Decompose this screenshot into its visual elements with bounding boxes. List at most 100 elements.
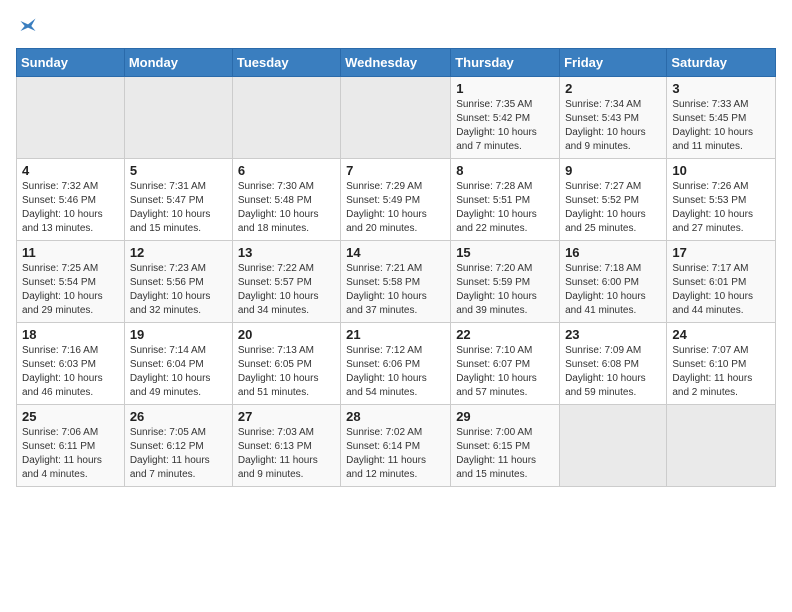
day-number: 10 <box>672 163 770 178</box>
day-info: Sunrise: 7:02 AM Sunset: 6:14 PM Dayligh… <box>346 426 445 482</box>
day-info: Sunrise: 7:21 AM Sunset: 5:58 PM Dayligh… <box>346 262 445 318</box>
day-number: 9 <box>565 163 661 178</box>
day-info: Sunrise: 7:12 AM Sunset: 6:06 PM Dayligh… <box>346 344 445 400</box>
calendar-cell: 27 Sunrise: 7:03 AM Sunset: 6:13 PM Dayli… <box>232 405 340 487</box>
calendar-cell: 18 Sunrise: 7:16 AM Sunset: 6:03 PM Dayli… <box>17 323 125 405</box>
calendar-table: SundayMondayTuesdayWednesdayThursdayFrid… <box>16 48 776 487</box>
day-info: Sunrise: 7:05 AM Sunset: 6:12 PM Dayligh… <box>130 426 227 482</box>
day-number: 16 <box>565 245 661 260</box>
day-info: Sunrise: 7:09 AM Sunset: 6:08 PM Dayligh… <box>565 344 661 400</box>
calendar-cell: 21 Sunrise: 7:12 AM Sunset: 6:06 PM Dayli… <box>341 323 451 405</box>
calendar-cell: 20 Sunrise: 7:13 AM Sunset: 6:05 PM Dayli… <box>232 323 340 405</box>
day-number: 15 <box>456 245 554 260</box>
day-number: 19 <box>130 327 227 342</box>
day-number: 17 <box>672 245 770 260</box>
day-number: 12 <box>130 245 227 260</box>
calendar-cell: 15 Sunrise: 7:20 AM Sunset: 5:59 PM Dayli… <box>451 241 560 323</box>
calendar-cell: 12 Sunrise: 7:23 AM Sunset: 5:56 PM Dayli… <box>124 241 232 323</box>
day-info: Sunrise: 7:29 AM Sunset: 5:49 PM Dayligh… <box>346 180 445 236</box>
day-info: Sunrise: 7:30 AM Sunset: 5:48 PM Dayligh… <box>238 180 335 236</box>
calendar-cell: 25 Sunrise: 7:06 AM Sunset: 6:11 PM Dayli… <box>17 405 125 487</box>
day-number: 8 <box>456 163 554 178</box>
day-number: 6 <box>238 163 335 178</box>
calendar-cell: 4 Sunrise: 7:32 AM Sunset: 5:46 PM Daylig… <box>17 159 125 241</box>
calendar-week-2: 4 Sunrise: 7:32 AM Sunset: 5:46 PM Daylig… <box>17 159 776 241</box>
calendar-cell: 9Sunrise: 7:27 AM Sunset: 5:52 PM Daylig… <box>560 159 667 241</box>
calendar-week-4: 18 Sunrise: 7:16 AM Sunset: 6:03 PM Dayli… <box>17 323 776 405</box>
calendar-cell <box>124 77 232 159</box>
logo <box>16 16 38 36</box>
weekday-header-monday: Monday <box>124 49 232 77</box>
page-header <box>16 16 776 36</box>
day-number: 14 <box>346 245 445 260</box>
calendar-cell: 24Sunrise: 7:07 AM Sunset: 6:10 PM Dayli… <box>667 323 776 405</box>
day-info: Sunrise: 7:07 AM Sunset: 6:10 PM Dayligh… <box>672 344 770 400</box>
calendar-cell: 23 Sunrise: 7:09 AM Sunset: 6:08 PM Dayli… <box>560 323 667 405</box>
calendar-cell <box>341 77 451 159</box>
day-number: 20 <box>238 327 335 342</box>
weekday-header-row: SundayMondayTuesdayWednesdayThursdayFrid… <box>17 49 776 77</box>
day-info: Sunrise: 7:10 AM Sunset: 6:07 PM Dayligh… <box>456 344 554 400</box>
calendar-cell: 13Sunrise: 7:22 AM Sunset: 5:57 PM Dayli… <box>232 241 340 323</box>
weekday-header-sunday: Sunday <box>17 49 125 77</box>
day-info: Sunrise: 7:03 AM Sunset: 6:13 PM Dayligh… <box>238 426 335 482</box>
calendar-cell: 22 Sunrise: 7:10 AM Sunset: 6:07 PM Dayli… <box>451 323 560 405</box>
calendar-cell: 19 Sunrise: 7:14 AM Sunset: 6:04 PM Dayli… <box>124 323 232 405</box>
calendar-cell <box>667 405 776 487</box>
calendar-cell: 28 Sunrise: 7:02 AM Sunset: 6:14 PM Dayli… <box>341 405 451 487</box>
day-number: 28 <box>346 409 445 424</box>
day-number: 21 <box>346 327 445 342</box>
day-number: 22 <box>456 327 554 342</box>
day-info: Sunrise: 7:32 AM Sunset: 5:46 PM Dayligh… <box>22 180 119 236</box>
day-info: Sunrise: 7:34 AM Sunset: 5:43 PM Dayligh… <box>565 98 661 154</box>
day-number: 29 <box>456 409 554 424</box>
day-number: 4 <box>22 163 119 178</box>
day-info: Sunrise: 7:18 AM Sunset: 6:00 PM Dayligh… <box>565 262 661 318</box>
day-info: Sunrise: 7:06 AM Sunset: 6:11 PM Dayligh… <box>22 426 119 482</box>
day-number: 3 <box>672 81 770 96</box>
weekday-header-saturday: Saturday <box>667 49 776 77</box>
calendar-cell: 7 Sunrise: 7:29 AM Sunset: 5:49 PM Daylig… <box>341 159 451 241</box>
calendar-cell: 2 Sunrise: 7:34 AM Sunset: 5:43 PM Daylig… <box>560 77 667 159</box>
day-info: Sunrise: 7:31 AM Sunset: 5:47 PM Dayligh… <box>130 180 227 236</box>
calendar-week-3: 11Sunrise: 7:25 AM Sunset: 5:54 PM Dayli… <box>17 241 776 323</box>
calendar-week-1: 1Sunrise: 7:35 AM Sunset: 5:42 PM Daylig… <box>17 77 776 159</box>
day-info: Sunrise: 7:16 AM Sunset: 6:03 PM Dayligh… <box>22 344 119 400</box>
calendar-week-5: 25 Sunrise: 7:06 AM Sunset: 6:11 PM Dayli… <box>17 405 776 487</box>
day-info: Sunrise: 7:28 AM Sunset: 5:51 PM Dayligh… <box>456 180 554 236</box>
weekday-header-friday: Friday <box>560 49 667 77</box>
day-info: Sunrise: 7:17 AM Sunset: 6:01 PM Dayligh… <box>672 262 770 318</box>
day-info: Sunrise: 7:00 AM Sunset: 6:15 PM Dayligh… <box>456 426 554 482</box>
calendar-cell: 26 Sunrise: 7:05 AM Sunset: 6:12 PM Dayli… <box>124 405 232 487</box>
calendar-cell <box>560 405 667 487</box>
day-number: 26 <box>130 409 227 424</box>
day-number: 7 <box>346 163 445 178</box>
calendar-cell: 5 Sunrise: 7:31 AM Sunset: 5:47 PM Daylig… <box>124 159 232 241</box>
calendar-cell: 3Sunrise: 7:33 AM Sunset: 5:45 PM Daylig… <box>667 77 776 159</box>
day-info: Sunrise: 7:13 AM Sunset: 6:05 PM Dayligh… <box>238 344 335 400</box>
day-number: 1 <box>456 81 554 96</box>
day-number: 2 <box>565 81 661 96</box>
calendar-cell: 16 Sunrise: 7:18 AM Sunset: 6:00 PM Dayli… <box>560 241 667 323</box>
weekday-header-wednesday: Wednesday <box>341 49 451 77</box>
day-number: 27 <box>238 409 335 424</box>
day-info: Sunrise: 7:14 AM Sunset: 6:04 PM Dayligh… <box>130 344 227 400</box>
day-number: 18 <box>22 327 119 342</box>
weekday-header-tuesday: Tuesday <box>232 49 340 77</box>
day-number: 25 <box>22 409 119 424</box>
day-info: Sunrise: 7:20 AM Sunset: 5:59 PM Dayligh… <box>456 262 554 318</box>
logo-bird-icon <box>18 16 38 36</box>
calendar-cell: 17 Sunrise: 7:17 AM Sunset: 6:01 PM Dayli… <box>667 241 776 323</box>
calendar-cell: 11Sunrise: 7:25 AM Sunset: 5:54 PM Dayli… <box>17 241 125 323</box>
calendar-cell <box>17 77 125 159</box>
day-info: Sunrise: 7:26 AM Sunset: 5:53 PM Dayligh… <box>672 180 770 236</box>
calendar-cell <box>232 77 340 159</box>
day-number: 11 <box>22 245 119 260</box>
day-number: 5 <box>130 163 227 178</box>
day-number: 13 <box>238 245 335 260</box>
day-number: 23 <box>565 327 661 342</box>
weekday-header-thursday: Thursday <box>451 49 560 77</box>
calendar-cell: 29 Sunrise: 7:00 AM Sunset: 6:15 PM Dayli… <box>451 405 560 487</box>
day-info: Sunrise: 7:23 AM Sunset: 5:56 PM Dayligh… <box>130 262 227 318</box>
calendar-cell: 6 Sunrise: 7:30 AM Sunset: 5:48 PM Daylig… <box>232 159 340 241</box>
